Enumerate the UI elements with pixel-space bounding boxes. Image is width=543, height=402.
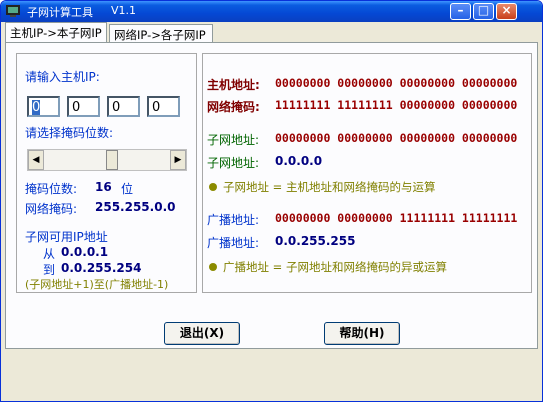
ip-octet-1-value: 0 <box>32 100 41 115</box>
close-button[interactable]: × <box>496 3 517 20</box>
subnet-addr-value: 0.0.0.0 <box>275 154 323 168</box>
subnet-bits-label: 子网地址: <box>207 133 260 147</box>
ip-octet-4[interactable]: 0 <box>147 96 180 117</box>
window-footer <box>5 356 538 394</box>
netmask-value: 255.255.0.0 <box>95 200 176 214</box>
subnet-addr-label: 子网地址: <box>207 156 260 170</box>
ip-octet-2[interactable]: 0 <box>67 96 100 117</box>
minimize-button[interactable]: – <box>450 3 471 20</box>
close-icon: × <box>501 3 512 17</box>
broadcast-addr-label: 广播地址: <box>207 236 260 250</box>
netmask-label: 网络掩码: <box>25 202 78 216</box>
exit-button[interactable]: 退出(X) <box>164 322 240 345</box>
result-group: 主机地址: 00000000 00000000 00000000 0000000… <box>202 53 532 293</box>
host-ip-label: 请输入主机IP: <box>25 70 100 84</box>
from-value: 0.0.0.1 <box>61 245 109 259</box>
app-window: 子网计算工具 V1.1 – □ × 主机IP->本子网IP 网络IP->各子网I… <box>0 0 543 402</box>
from-label: 从 <box>43 247 56 261</box>
broadcast-bits-label: 广播地址: <box>207 213 260 227</box>
tab-panel: 请输入主机IP: 0 0 0 0 请选择掩码位数: ◀ ▶ 掩码位数: 16 位… <box>5 42 538 349</box>
window-title: 子网计算工具 <box>27 6 93 19</box>
tab-network-ip[interactable]: 网络IP->各子网IP <box>109 24 213 44</box>
maximize-button[interactable]: □ <box>473 3 494 20</box>
range-note: (子网地址+1)至(广播地址-1) <box>25 278 169 291</box>
subnet-note-text: 子网地址 = 主机地址和网络掩码的与运算 <box>223 180 436 194</box>
ip-octet-1[interactable]: 0 <box>27 96 60 117</box>
tab-host-ip[interactable]: 主机IP->本子网IP <box>5 22 107 43</box>
window-version: V1.1 <box>111 4 137 17</box>
broadcast-bits: 00000000 00000000 11111111 11111111 <box>275 211 518 225</box>
subnet-note: 子网地址 = 主机地址和网络掩码的与运算 <box>209 179 435 195</box>
minimize-icon: – <box>457 3 464 17</box>
maximize-icon: □ <box>477 3 490 17</box>
host-addr-bits: 00000000 00000000 00000000 00000000 <box>275 76 518 90</box>
broadcast-note-text: 广播地址 = 子网地址和网络掩码的异或运算 <box>223 260 447 274</box>
mask-prompt-label: 请选择掩码位数: <box>25 126 114 140</box>
slider-left-arrow-icon[interactable]: ◀ <box>28 150 44 170</box>
usable-range-label: 子网可用IP地址 <box>25 230 108 244</box>
slider-thumb[interactable] <box>106 150 118 170</box>
broadcast-addr-value: 0.0.255.255 <box>275 234 356 248</box>
netmask-bits: 11111111 11111111 00000000 00000000 <box>275 98 518 112</box>
bullet-icon <box>209 183 217 191</box>
ip-octet-3[interactable]: 0 <box>107 96 140 117</box>
help-button[interactable]: 帮助(H) <box>324 322 400 345</box>
broadcast-note: 广播地址 = 子网地址和网络掩码的异或运算 <box>209 259 447 275</box>
mask-bits-unit: 位 <box>121 182 134 196</box>
subnet-bits: 00000000 00000000 00000000 00000000 <box>275 131 518 145</box>
title-bar[interactable]: 子网计算工具 V1.1 – □ × <box>1 1 542 22</box>
to-value: 0.0.255.254 <box>61 261 142 275</box>
mask-bits-label: 掩码位数: <box>25 182 78 196</box>
host-addr-label: 主机地址: <box>207 78 260 92</box>
netmask-bits-label: 网络掩码: <box>207 100 260 114</box>
slider-right-arrow-icon[interactable]: ▶ <box>170 150 186 170</box>
mask-bits-value: 16 <box>95 180 112 194</box>
input-group: 请输入主机IP: 0 0 0 0 请选择掩码位数: ◀ ▶ 掩码位数: 16 位… <box>16 53 197 293</box>
mask-bits-slider[interactable]: ◀ ▶ <box>27 149 187 171</box>
bullet-icon <box>209 263 217 271</box>
app-icon <box>5 4 21 18</box>
